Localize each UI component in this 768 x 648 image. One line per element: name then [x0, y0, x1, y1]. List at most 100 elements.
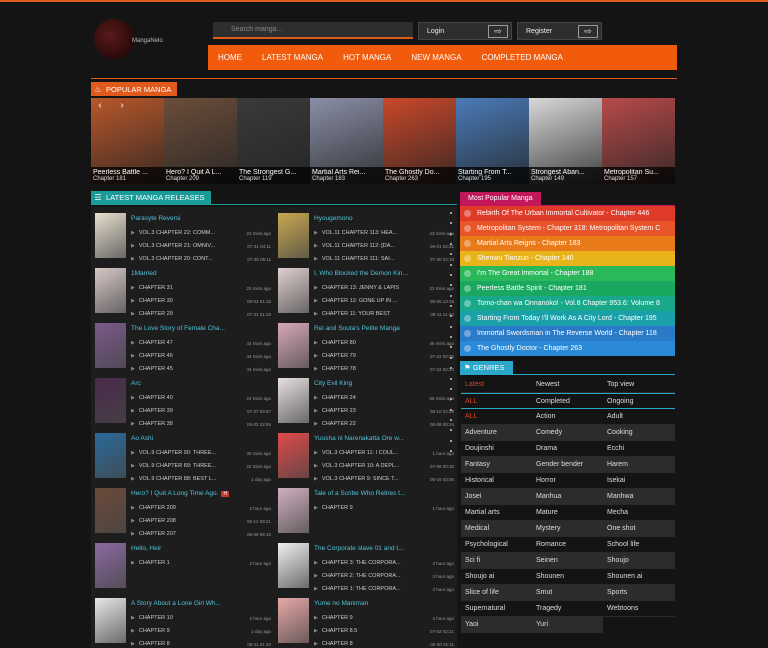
chapter-row[interactable]: ▶ VOL.9 CHAPTER 88: BEST L... 1 day ago — [131, 473, 271, 485]
genre-status-filter[interactable]: Completed — [532, 393, 603, 409]
genre-link[interactable]: Fantasy — [461, 457, 532, 473]
chapter-link[interactable]: CHAPTER 1: THE CORPORA... — [322, 586, 402, 592]
manga-cover[interactable] — [278, 488, 309, 533]
chapter-row[interactable]: ▶ CHAPTER 47 44 mins ago — [131, 337, 271, 349]
genre-link[interactable]: Tragedy — [532, 601, 603, 617]
genre-link[interactable]: Yuri — [532, 617, 603, 633]
popular-card-title[interactable]: Peerless Battle ... — [93, 169, 162, 176]
popular-card-title[interactable]: Martial Arts Rei... — [312, 169, 381, 176]
chapter-link[interactable]: VOL.9 CHAPTER 90: THREE... — [139, 450, 219, 456]
genre-link[interactable]: Gender bender — [532, 457, 603, 473]
genre-link[interactable]: Martial arts — [461, 505, 532, 521]
manga-title-link[interactable]: Rei and Souta's Petite Manga — [314, 325, 449, 332]
chapter-link[interactable]: CHAPTER 13: JENNY & LAPIS — [322, 285, 402, 291]
most-popular-link[interactable]: Metropolitan System - Chapter 318: Metro… — [477, 221, 660, 236]
popular-card-chapter[interactable]: Chapter 263 — [385, 176, 454, 182]
genre-link[interactable]: Adventure — [461, 425, 532, 441]
chapter-row[interactable]: ▶ VOL.11 CHAPTER 111: SAI... 07-30 22:19 — [314, 253, 454, 265]
chapter-row[interactable]: ▶ CHAPTER 12: GONE UP IN ... 08-05 13:16 — [314, 295, 454, 307]
manga-cover[interactable] — [95, 488, 126, 533]
popular-card-title[interactable]: Strongest Aban... — [531, 169, 600, 176]
chapter-row[interactable]: ▶ CHAPTER 40 24 mins ago — [131, 392, 271, 404]
chapter-link[interactable]: CHAPTER 38 — [139, 421, 219, 427]
most-popular-link[interactable]: Rebirth Of The Urban Immortal Cultivator… — [477, 206, 649, 221]
chapter-row[interactable]: ▶ CHAPTER 13: JENNY & LAPIS 23 mins ago — [314, 282, 454, 294]
genre-link[interactable]: Manhwa — [603, 489, 675, 505]
genre-link[interactable]: Shoujo ai — [461, 569, 532, 585]
most-popular-link[interactable]: Peerless Battle Spirit - Chapter 181 — [477, 281, 587, 296]
chapter-link[interactable]: VOL.3 CHAPTER 11: I COUL... — [322, 450, 402, 456]
genre-link[interactable]: Drama — [532, 441, 603, 457]
manga-title-link[interactable]: The Love Story of Female Cha... — [131, 325, 266, 332]
chapter-link[interactable]: CHAPTER 29 — [139, 311, 219, 317]
chapter-row[interactable]: ▶ VOL.3 CHAPTER 10: A DEPL... 07-08 00:15 — [314, 460, 454, 472]
popular-manga-card[interactable]: Hero? I Quit A L... Chapter 209 — [164, 98, 237, 184]
most-popular-item[interactable]: Shenwu Tianzun - Chapter 140 — [460, 251, 675, 266]
nav-item-hot-manga[interactable]: HOT MANGA — [333, 53, 401, 62]
chapter-link[interactable]: CHAPTER 45 — [139, 366, 219, 372]
chapter-row[interactable]: ▶ CHAPTER 8.5 07-02 02:21 — [314, 625, 454, 637]
chapter-link[interactable]: CHAPTER 3: THE CORPORA... — [322, 560, 402, 566]
chapter-row[interactable]: ▶ CHAPTER 1 2 hour ago — [131, 557, 271, 569]
popular-manga-card[interactable]: Martial Arts Rei... Chapter 183 — [310, 98, 383, 184]
popular-card-title[interactable]: Hero? I Quit A L... — [166, 169, 235, 176]
chapter-link[interactable]: CHAPTER 80 — [322, 340, 402, 346]
search-box[interactable] — [213, 22, 413, 39]
genre-link[interactable]: Comedy — [532, 425, 603, 441]
chapter-row[interactable]: ▶ VOL.11 CHAPTER 113: HEA... 23 mins ago — [314, 227, 454, 239]
genre-link[interactable]: Shounen ai — [603, 569, 675, 585]
chapter-row[interactable]: ▶ CHAPTER 30 08-03 01:16 — [131, 295, 271, 307]
manga-cover[interactable] — [95, 213, 126, 258]
most-popular-item[interactable]: Peerless Battle Spirit - Chapter 181 — [460, 281, 675, 296]
genre-link[interactable]: Doujinshi — [461, 441, 532, 457]
chapter-row[interactable]: ▶ VOL.3 CHAPTER 21: OMNIV... 07-31 04:11 — [131, 240, 271, 252]
genre-link[interactable]: Shoujo — [603, 553, 675, 569]
chapter-link[interactable]: CHAPTER 11: YOUR BEST — [322, 311, 402, 317]
popular-manga-card[interactable]: The Strongest G... Chapter 119 — [237, 98, 310, 184]
genre-link[interactable]: Supernatural — [461, 601, 532, 617]
genre-link[interactable]: Mature — [532, 505, 603, 521]
chapter-link[interactable]: VOL.3 CHAPTER 10: A DEPL... — [322, 463, 402, 469]
chapter-link[interactable]: CHAPTER 40 — [139, 395, 219, 401]
chapter-link[interactable]: CHAPTER 24 — [322, 395, 402, 401]
genre-link[interactable]: One shot — [603, 521, 675, 537]
nav-item-completed-manga[interactable]: COMPLETED MANGA — [472, 53, 573, 62]
manga-cover[interactable] — [278, 598, 309, 643]
chapter-link[interactable]: VOL.3 CHAPTER 21: OMNIV... — [139, 243, 219, 249]
popular-card-title[interactable]: The Ghostly Do... — [385, 169, 454, 176]
chapter-row[interactable]: ▶ CHAPTER 39 07-27 03:57 — [131, 405, 271, 417]
chapter-link[interactable]: CHAPTER 23 — [322, 408, 402, 414]
manga-title-link[interactable]: Ao Ashi — [131, 435, 266, 442]
manga-cover[interactable] — [278, 323, 309, 368]
carousel-prev-icon[interactable]: ‹ — [94, 100, 106, 112]
manga-title-link[interactable]: 1Married — [131, 270, 266, 277]
genre-link[interactable]: Sci fi — [461, 553, 532, 569]
popular-manga-card[interactable]: The Ghostly Do... Chapter 263 — [383, 98, 456, 184]
most-popular-item[interactable]: Immortal Swordsman in The Reverse World … — [460, 326, 675, 341]
chapter-row[interactable]: ▶ VOL.3 CHAPTER 22: COMM... 23 mins ago — [131, 227, 271, 239]
genre-link[interactable]: Seinen — [532, 553, 603, 569]
chapter-row[interactable]: ▶ VOL.3 CHAPTER 11: I COUL... 1 hour ago — [314, 447, 454, 459]
chapter-link[interactable]: CHAPTER 209 — [139, 505, 219, 511]
genre-link[interactable]: Sports — [603, 585, 675, 601]
chapter-link[interactable]: VOL.3 CHAPTER 9: SINCE T... — [322, 476, 402, 482]
manga-title-link[interactable]: Parasyte Reversi — [131, 215, 266, 222]
genre-link[interactable]: School life — [603, 537, 675, 553]
chapter-link[interactable]: CHAPTER 12: GONE UP IN ... — [322, 298, 402, 304]
genre-status-filter[interactable]: Ongoing — [603, 393, 675, 409]
chapter-link[interactable]: CHAPTER 208 — [139, 518, 219, 524]
most-popular-item[interactable]: Martial Arts Reigns - Chapter 183 — [460, 236, 675, 251]
genre-link[interactable]: Manhua — [532, 489, 603, 505]
manga-title-link[interactable]: The Corporate slave 01 and t... — [314, 545, 449, 552]
genre-link[interactable]: Adult — [603, 409, 675, 425]
popular-manga-card[interactable]: Starting From T... Chapter 195 — [456, 98, 529, 184]
genre-link[interactable]: Mystery — [532, 521, 603, 537]
chapter-link[interactable]: CHAPTER 207 — [139, 531, 219, 537]
manga-title-link[interactable]: Hello, Heir — [131, 545, 266, 552]
manga-title-link[interactable]: Arc — [131, 380, 266, 387]
nav-item-latest-manga[interactable]: LATEST MANGA — [252, 53, 333, 62]
popular-card-chapter[interactable]: Chapter 195 — [458, 176, 527, 182]
chapter-link[interactable]: CHAPTER 1 — [139, 560, 219, 566]
chapter-link[interactable]: CHAPTER 8 — [139, 641, 219, 647]
popular-card-chapter[interactable]: Chapter 157 — [604, 176, 673, 182]
